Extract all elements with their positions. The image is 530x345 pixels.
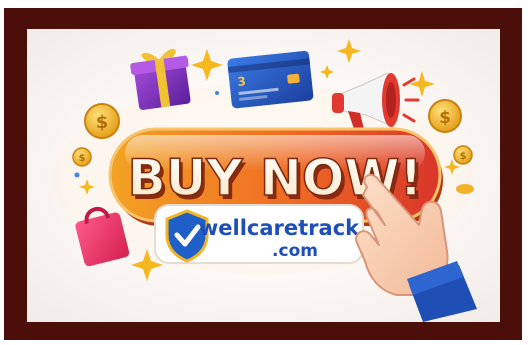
brand-tld: .com — [272, 241, 318, 261]
gift-icon — [130, 48, 191, 110]
svg-text:$: $ — [460, 151, 467, 162]
svg-text:$: $ — [96, 112, 109, 133]
brand-name: wellcaretrack — [199, 216, 360, 240]
brand-badge: wellcaretrack .com — [154, 204, 364, 264]
coin-icon: $ — [453, 145, 473, 165]
coin-icon: $ — [428, 99, 462, 133]
image-frame: 3 $ $ $ $ BUY NOW! BUY NOW! wellcaretrac… — [0, 0, 530, 345]
coin-icon — [456, 184, 474, 194]
svg-text:$: $ — [439, 108, 451, 128]
svg-text:$: $ — [79, 153, 86, 164]
credit-card-icon: 3 — [227, 50, 314, 109]
card-number-digit: 3 — [237, 74, 247, 89]
promo-panel: 3 $ $ $ $ BUY NOW! BUY NOW! wellcaretrac… — [27, 29, 500, 322]
coin-icon: $ — [84, 103, 120, 139]
coin-icon: $ — [72, 147, 92, 167]
promo-illustration: 3 $ $ $ $ BUY NOW! BUY NOW! wellcaretrac… — [53, 39, 477, 322]
